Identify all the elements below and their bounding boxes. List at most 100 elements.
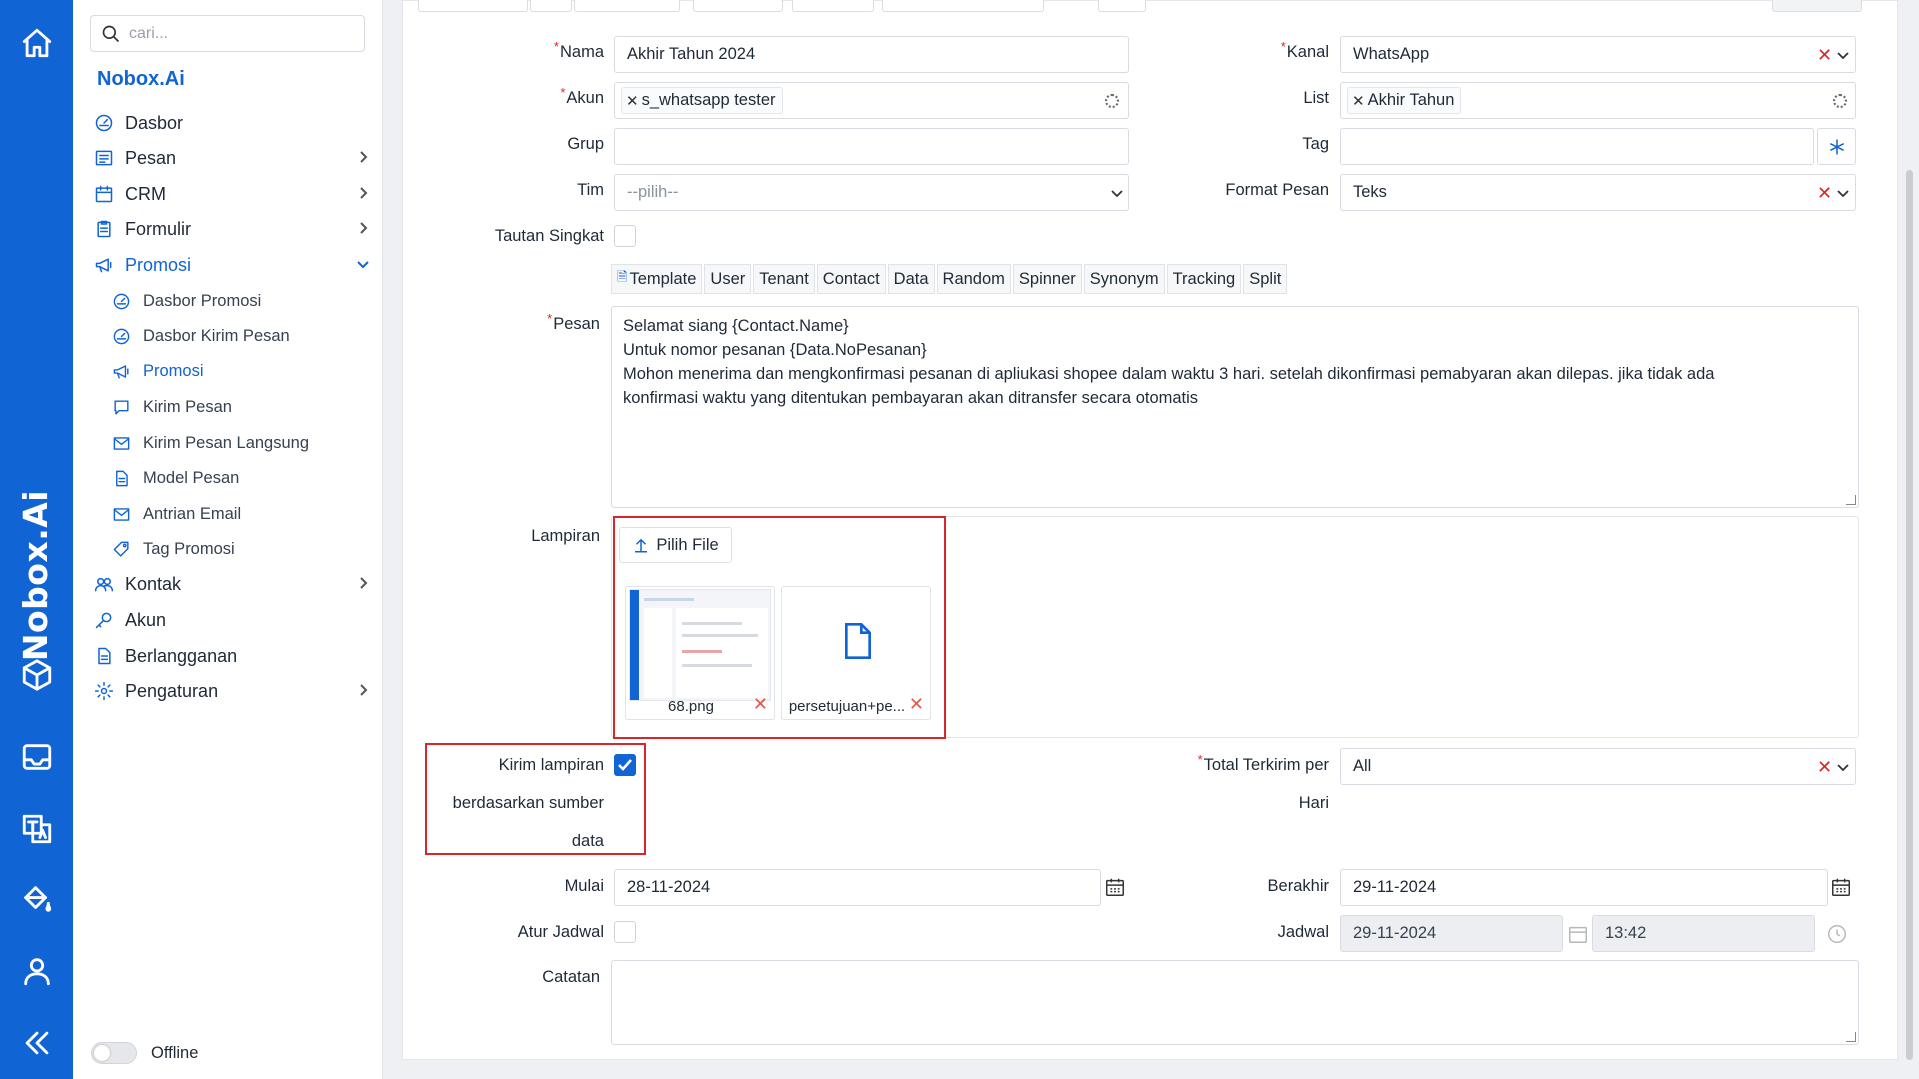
sidebar-subitem-antrian-email[interactable]: Antrian Email bbox=[111, 499, 371, 529]
sidebar-subitem-kirim-pesan[interactable]: Kirim Pesan bbox=[111, 392, 371, 422]
akun-select[interactable]: ✕ s_whatsapp tester bbox=[614, 82, 1129, 119]
paint-bucket-icon[interactable] bbox=[18, 880, 55, 917]
catatan-textarea[interactable] bbox=[611, 960, 1859, 1045]
list-select[interactable]: ✕ Akhir Tahun bbox=[1340, 82, 1856, 119]
inbox-icon[interactable] bbox=[18, 738, 55, 775]
loading-icon bbox=[1833, 94, 1847, 108]
sidebar-item-berlangganan[interactable]: Berlangganan bbox=[93, 641, 373, 671]
mulai-date-field[interactable]: 28-11-2024 bbox=[614, 869, 1101, 906]
tag-generate-button[interactable] bbox=[1817, 128, 1856, 165]
sidebar-subitem-kirim-pesan-langsung[interactable]: Kirim Pesan Langsung bbox=[111, 428, 371, 458]
sidebar-item-formulir[interactable]: Formulir bbox=[93, 214, 373, 244]
calendar-icon[interactable] bbox=[1567, 923, 1589, 945]
atur-jadwal-checkbox[interactable] bbox=[614, 921, 636, 943]
remove-chip-icon[interactable]: ✕ bbox=[1352, 92, 1365, 110]
search-box[interactable] bbox=[90, 15, 365, 52]
toolbar-tenant-button[interactable]: Tenant bbox=[753, 264, 815, 294]
toolbar-contact-button[interactable]: Contact bbox=[816, 264, 886, 294]
toolbar-template-button[interactable]: 🗎 Template bbox=[611, 264, 703, 294]
sidebar-item-crm[interactable]: CRM bbox=[93, 179, 373, 209]
format-pesan-label: Format Pesan bbox=[1225, 181, 1329, 199]
jadwal-date-field[interactable]: 29-11-2024 bbox=[1340, 915, 1563, 952]
nama-label: *Nama bbox=[553, 39, 604, 61]
toolbar-button[interactable] bbox=[792, 0, 874, 12]
sidebar-item-dasbor[interactable]: Dasbor bbox=[93, 108, 373, 138]
sidebar-item-pesan[interactable]: Pesan bbox=[93, 143, 373, 173]
attachment-thumbnail[interactable]: 68.png ✕ bbox=[625, 586, 775, 720]
chevron-right-icon bbox=[355, 185, 371, 201]
delete-icon[interactable]: ✕ bbox=[909, 694, 924, 715]
translate-icon[interactable] bbox=[18, 810, 55, 847]
atur-jadwal-label: Atur Jadwal bbox=[517, 923, 604, 941]
toolbar-button[interactable] bbox=[693, 0, 783, 12]
sidebar-subitem-promosi[interactable]: Promosi bbox=[111, 356, 371, 386]
delete-icon[interactable]: ✕ bbox=[753, 694, 768, 715]
pesan-line: Mohon menerima dan mengkonfirmasi pesana… bbox=[623, 365, 1715, 383]
sidebar-item-label: CRM bbox=[125, 183, 166, 204]
pesan-line: Untuk nomor pesanan {Data.NoPesanan} bbox=[623, 341, 927, 359]
home-icon[interactable] bbox=[18, 24, 55, 61]
toolbar-split-button[interactable]: Split bbox=[1243, 264, 1288, 294]
grup-label: Grup bbox=[567, 135, 604, 153]
berakhir-date-field[interactable]: 29-11-2024 bbox=[1340, 869, 1828, 906]
pesan-textarea[interactable]: Selamat siang {Contact.Name} Untuk nomor… bbox=[611, 306, 1859, 508]
list-label: List bbox=[1303, 89, 1329, 107]
document-icon bbox=[111, 468, 131, 488]
calendar-icon[interactable] bbox=[1104, 876, 1126, 898]
tautan-singkat-checkbox[interactable] bbox=[614, 225, 636, 247]
clock-icon[interactable] bbox=[1826, 923, 1848, 945]
sidebar-subitem-label: Model Pesan bbox=[143, 468, 240, 487]
user-icon[interactable] bbox=[18, 952, 55, 989]
megaphone-icon bbox=[111, 361, 131, 381]
toolbar-tracking-button[interactable]: Tracking bbox=[1166, 264, 1242, 294]
toolbar-button[interactable] bbox=[1772, 0, 1862, 12]
remove-chip-icon[interactable]: ✕ bbox=[626, 92, 639, 110]
tag-field[interactable] bbox=[1340, 128, 1814, 165]
toolbar-button[interactable] bbox=[882, 0, 1044, 12]
check-icon bbox=[618, 759, 632, 771]
toolbar-synonym-button[interactable]: Synonym bbox=[1083, 264, 1165, 294]
kanal-label: *Kanal bbox=[1280, 39, 1329, 61]
calendar-icon[interactable] bbox=[1830, 876, 1852, 898]
gauge-icon bbox=[111, 326, 131, 346]
pilih-file-button[interactable]: Pilih File bbox=[619, 527, 732, 563]
sidebar-item-pengaturan[interactable]: Pengaturan bbox=[93, 676, 373, 706]
search-icon bbox=[102, 25, 120, 42]
toolbar-button[interactable] bbox=[574, 0, 680, 12]
sidebar-subitem-dasbor-kirim-pesan[interactable]: Dasbor Kirim Pesan bbox=[111, 321, 371, 351]
sidebar-item-promosi[interactable]: Promosi bbox=[93, 250, 373, 280]
search-input[interactable] bbox=[129, 24, 349, 43]
toolbar-button[interactable] bbox=[530, 0, 572, 12]
clear-icon[interactable]: ✕ bbox=[1817, 183, 1832, 204]
toolbar-random-button[interactable]: Random bbox=[936, 264, 1011, 294]
attachment-thumbnail[interactable]: persetujuan+pe... ✕ bbox=[781, 586, 931, 720]
scrollbar[interactable] bbox=[1906, 170, 1913, 1060]
format-pesan-select[interactable]: Teks ✕ bbox=[1340, 174, 1856, 211]
resize-handle[interactable] bbox=[1846, 1032, 1856, 1042]
app-rail: Nobox.Ai bbox=[0, 0, 73, 1079]
sidebar-subitem-dasbor-promosi[interactable]: Dasbor Promosi bbox=[111, 286, 371, 316]
toolbar-button[interactable] bbox=[1098, 0, 1146, 12]
tim-select[interactable]: --pilih-- bbox=[614, 174, 1129, 211]
clear-icon[interactable]: ✕ bbox=[1817, 757, 1832, 778]
sidebar-item-kontak[interactable]: Kontak bbox=[93, 569, 373, 599]
offline-toggle[interactable] bbox=[91, 1042, 137, 1064]
jadwal-time-field[interactable]: 13:42 bbox=[1592, 915, 1815, 952]
sidebar-subitem-tag-promosi[interactable]: Tag Promosi bbox=[111, 534, 371, 564]
sidebar-item-akun[interactable]: Akun bbox=[93, 605, 373, 635]
total-terkirim-select[interactable]: All ✕ bbox=[1340, 748, 1856, 785]
chevron-right-icon bbox=[355, 149, 371, 165]
clear-icon[interactable]: ✕ bbox=[1817, 45, 1832, 66]
toolbar-user-button[interactable]: User bbox=[704, 264, 752, 294]
sidebar-subitem-model-pesan[interactable]: Model Pesan bbox=[111, 463, 371, 493]
grup-field[interactable] bbox=[614, 128, 1129, 165]
nama-field[interactable]: Akhir Tahun 2024 bbox=[614, 36, 1129, 73]
kanal-select[interactable]: WhatsApp ✕ bbox=[1340, 36, 1856, 73]
kirim-lampiran-checkbox[interactable] bbox=[614, 754, 636, 776]
total-terkirim-label-line1: *Total Terkirim per bbox=[1197, 752, 1329, 774]
resize-handle[interactable] bbox=[1846, 495, 1856, 505]
toolbar-button[interactable] bbox=[418, 0, 528, 12]
collapse-icon[interactable] bbox=[18, 1024, 55, 1061]
toolbar-spinner-button[interactable]: Spinner bbox=[1012, 264, 1082, 294]
toolbar-data-button[interactable]: Data bbox=[887, 264, 935, 294]
